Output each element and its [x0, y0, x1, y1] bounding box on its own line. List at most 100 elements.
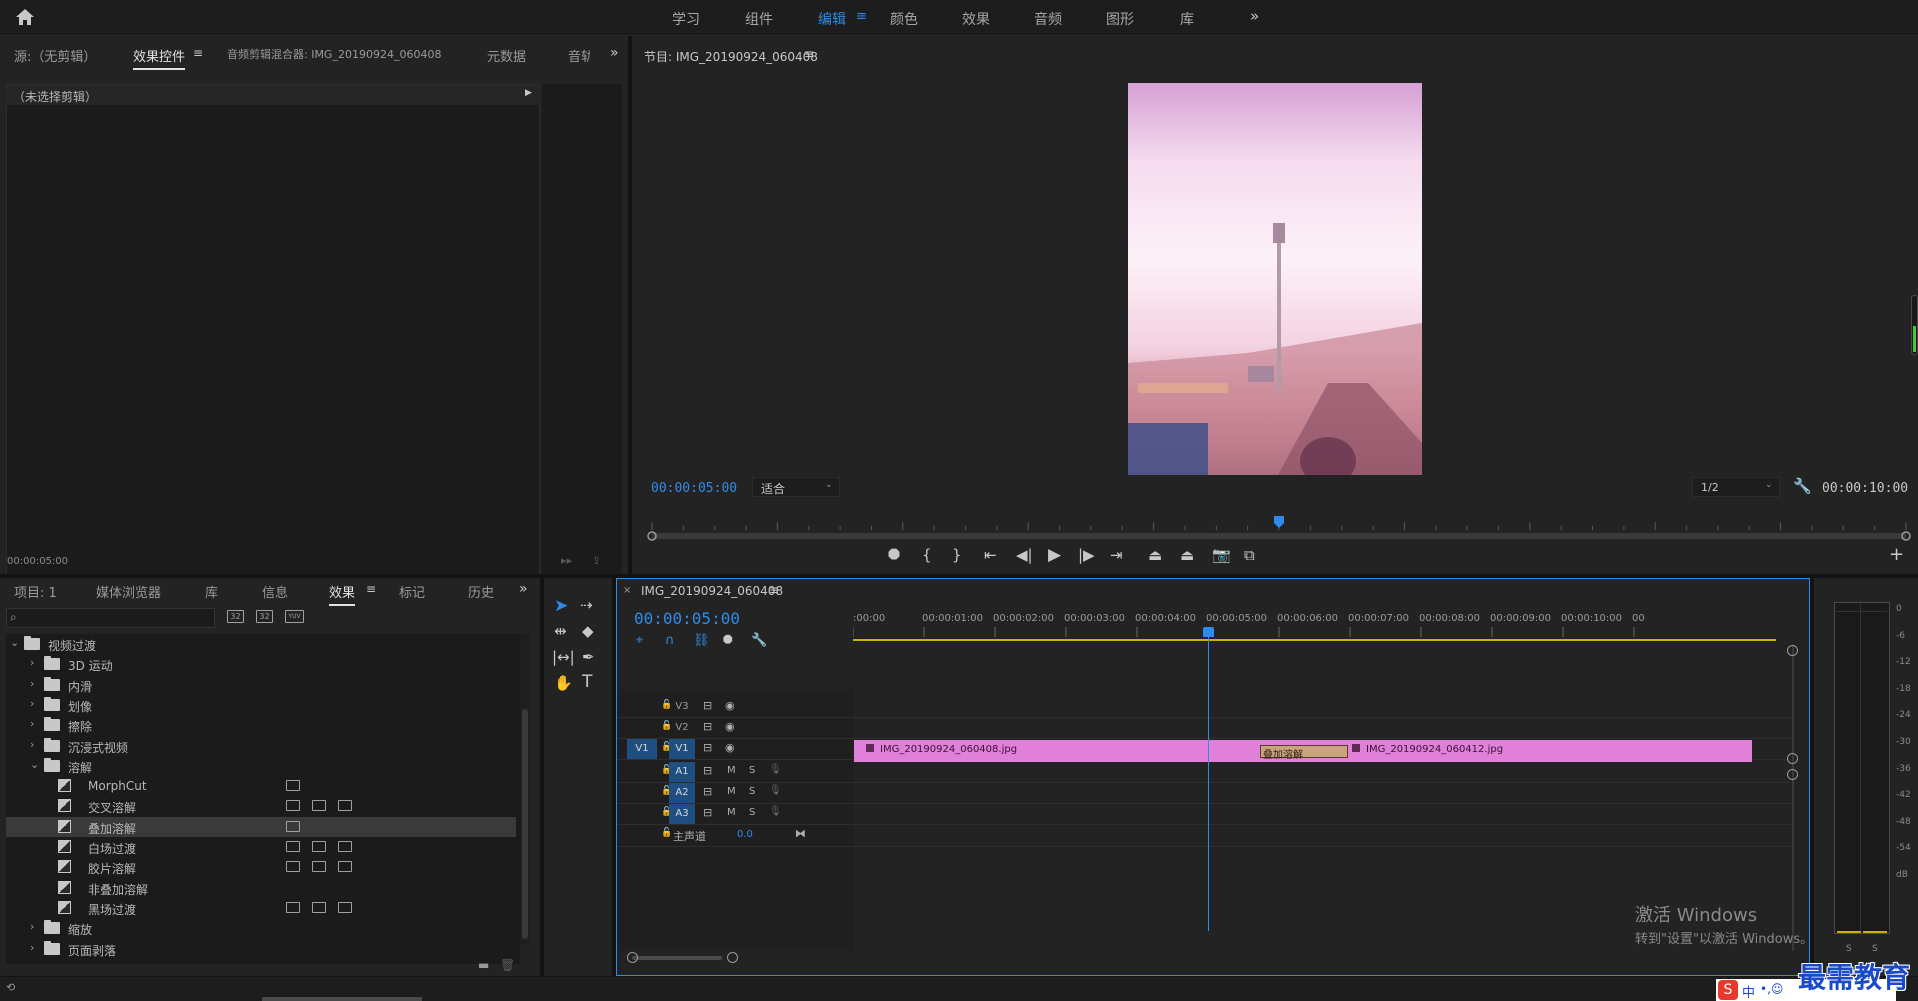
tree-effect[interactable]: 交叉溶解: [6, 796, 516, 816]
tree-effect[interactable]: 非叠加溶解: [6, 878, 516, 898]
track-target-a1[interactable]: A1: [669, 762, 695, 782]
solo-button[interactable]: S: [749, 786, 755, 797]
sogou-icon[interactable]: S: [1718, 980, 1738, 1000]
timeline-ruler[interactable]: :00:00 00:00:01:00 00:00:02:00 00:00:03:00 0…: [853, 609, 1803, 649]
tree-scrollbar[interactable]: [520, 634, 530, 944]
program-timecode[interactable]: 00:00:05:00: [651, 481, 737, 496]
delete-icon[interactable]: 🗑: [500, 958, 515, 972]
mark-out-icon[interactable]: }: [952, 546, 962, 564]
add-marker-icon[interactable]: ⯃: [888, 546, 900, 564]
tree-effect[interactable]: 叠加溶解: [6, 816, 516, 837]
tab-effect-controls[interactable]: 效果控件: [133, 46, 186, 70]
home-icon[interactable]: [14, 7, 36, 27]
wrench-icon[interactable]: 🔧: [1793, 477, 1812, 495]
track-select-tool-icon[interactable]: ⇢: [580, 596, 593, 614]
ws-tab-effects[interactable]: 效果: [962, 9, 990, 29]
go-to-in-icon[interactable]: ⇤: [984, 546, 997, 564]
track-target-v1[interactable]: V1: [669, 739, 695, 759]
yuv-filter-icon[interactable]: YUV: [285, 610, 304, 623]
add-marker-icon[interactable]: ⯃: [723, 633, 733, 648]
track-target-v2[interactable]: V2: [669, 718, 695, 738]
compare-view-icon[interactable]: ⧉: [1244, 546, 1255, 564]
linked-selection-icon[interactable]: ⛓: [693, 633, 710, 648]
ws-tab-libraries[interactable]: 库: [1180, 9, 1194, 29]
sync-lock-icon[interactable]: ⊟: [703, 806, 712, 819]
overflow-tabs-icon[interactable]: »: [610, 45, 619, 61]
more-workspaces-icon[interactable]: »: [1250, 7, 1259, 25]
chevron-right-icon[interactable]: ›: [30, 941, 34, 954]
new-bin-icon[interactable]: ▬: [478, 958, 489, 972]
transition-block[interactable]: 叠加溶解: [1260, 745, 1348, 761]
tree-folder[interactable]: › 3D 运动: [6, 654, 516, 674]
timeline-horizontal-scroll[interactable]: [627, 951, 1787, 965]
zoom-handle-right[interactable]: [727, 952, 738, 963]
source-patch-v1[interactable]: V1: [627, 739, 657, 759]
mark-in-icon[interactable]: {: [922, 546, 932, 564]
sync-lock-icon[interactable]: ⊟: [703, 741, 712, 754]
overflow-tabs-icon[interactable]: »: [519, 581, 528, 597]
pen-tool-icon[interactable]: ✒: [582, 648, 595, 666]
chevron-right-icon[interactable]: ›: [30, 738, 34, 751]
ripple-edit-tool-icon[interactable]: ⇹: [554, 622, 567, 640]
tab-markers[interactable]: 标记: [399, 582, 425, 601]
sync-lock-icon[interactable]: ⊟: [703, 764, 712, 777]
tree-folder[interactable]: ⌄ 溶解: [6, 756, 516, 776]
track-target-v3[interactable]: V3: [669, 697, 695, 717]
type-tool-icon[interactable]: T: [582, 672, 592, 692]
tree-folder[interactable]: › 内滑: [6, 675, 516, 695]
scroll-handle-mid[interactable]: [1787, 753, 1798, 764]
timeline-timecode[interactable]: 00:00:05:00: [634, 609, 740, 628]
tree-folder[interactable]: ⌄ 视频过渡: [6, 634, 516, 654]
status-scroll[interactable]: [262, 997, 422, 1001]
tree-folder[interactable]: › 擦除: [6, 715, 516, 735]
track-target-a2[interactable]: A2: [669, 783, 695, 803]
tab-media-browser[interactable]: 媒体浏览器: [96, 582, 161, 601]
zoom-handle-left[interactable]: [627, 952, 638, 963]
extract-icon[interactable]: ⏏: [1180, 546, 1194, 564]
snap-icon[interactable]: ∩: [665, 633, 675, 648]
chevron-right-icon[interactable]: ›: [30, 717, 34, 730]
solo-left[interactable]: S: [1846, 944, 1852, 954]
sync-lock-icon[interactable]: ⊟: [703, 785, 712, 798]
ws-menu-icon[interactable]: ≡: [856, 9, 867, 24]
step-forward-icon[interactable]: |▶: [1078, 546, 1095, 564]
lock-icon[interactable]: 🔓: [661, 828, 672, 838]
clip-2-name[interactable]: IMG_20190924_060412.jpg: [1366, 744, 1503, 755]
ime-mode[interactable]: 中: [1742, 982, 1755, 1001]
mute-button[interactable]: M: [727, 786, 736, 797]
chevron-right-icon[interactable]: ›: [30, 677, 34, 690]
master-end-icon[interactable]: ⧓: [795, 827, 806, 840]
scroll-handle-top[interactable]: [1787, 645, 1798, 656]
clip-1-name[interactable]: IMG_20190924_060408.jpg: [880, 744, 1017, 755]
go-to-out-icon[interactable]: ⇥: [1110, 546, 1123, 564]
slip-tool-icon[interactable]: |↔|: [552, 648, 575, 666]
mute-button[interactable]: M: [727, 765, 736, 776]
effects-search-input[interactable]: ⌕: [6, 608, 215, 628]
chevron-down-icon[interactable]: ⌄: [30, 758, 39, 771]
razor-tool-icon[interactable]: ◆: [582, 622, 594, 640]
timeline-tab[interactable]: IMG_20190924_060408: [641, 584, 783, 598]
export-icon[interactable]: ⇪: [592, 554, 601, 567]
eye-icon[interactable]: ◉: [725, 699, 735, 712]
eye-icon[interactable]: ◉: [725, 720, 735, 733]
program-playhead[interactable]: [1274, 516, 1284, 528]
step-back-icon[interactable]: ◀|: [1016, 546, 1033, 564]
32bit-filter-icon[interactable]: 32: [256, 610, 273, 623]
resolution-select[interactable]: 1/2 ⌄: [1692, 477, 1780, 497]
tree-effect[interactable]: 黑场过渡: [6, 898, 516, 918]
solo-button[interactable]: S: [749, 807, 755, 818]
ws-tab-editing[interactable]: 编辑: [818, 9, 846, 29]
timeline-playhead[interactable]: [1203, 627, 1214, 931]
sync-lock-icon[interactable]: ⊟: [703, 720, 712, 733]
panel-menu-icon[interactable]: ≡: [366, 582, 376, 596]
ws-tab-learn[interactable]: 学习: [672, 9, 700, 29]
voiceover-mic-icon[interactable]: 🎙: [769, 806, 782, 817]
track-target-a3[interactable]: A3: [669, 804, 695, 824]
ime-icons[interactable]: •,☺: [1760, 982, 1783, 996]
ws-tab-audio[interactable]: 音频: [1034, 9, 1062, 29]
tree-folder[interactable]: › 划像: [6, 695, 516, 715]
sync-lock-icon[interactable]: ⊟: [703, 699, 712, 712]
scrollbar-thumb[interactable]: [522, 709, 528, 939]
fit-select[interactable]: 适合 ⌄: [752, 477, 840, 497]
nest-toggle-icon[interactable]: ⌖: [636, 633, 643, 648]
